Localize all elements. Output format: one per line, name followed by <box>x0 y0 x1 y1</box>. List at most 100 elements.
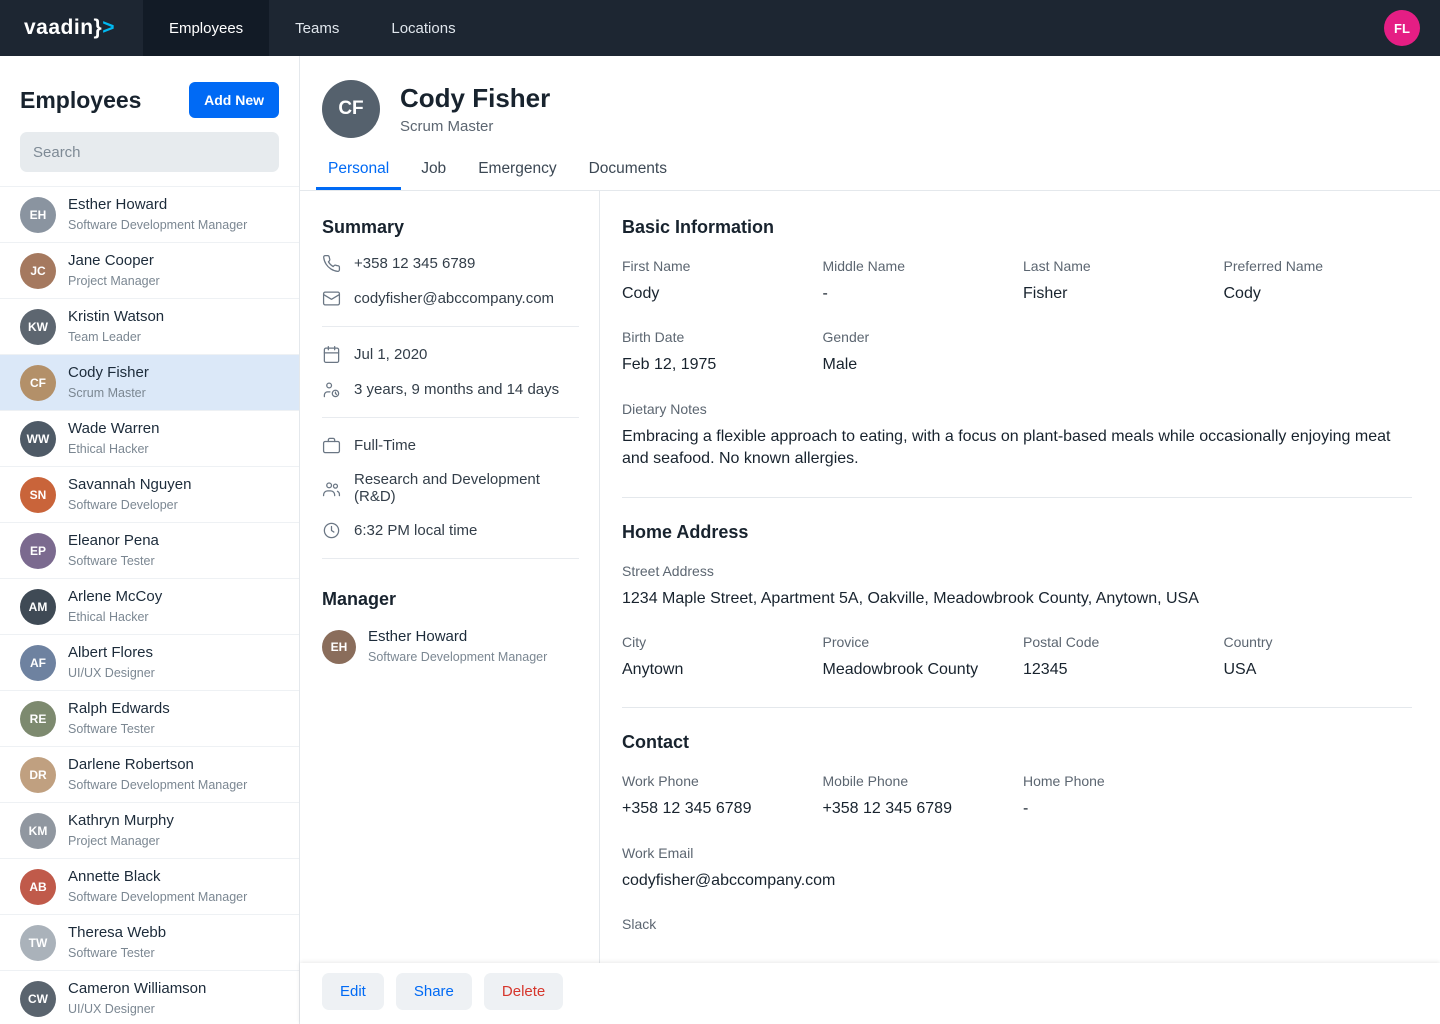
employee-list-item[interactable]: EP Eleanor Pena Software Tester <box>0 522 299 578</box>
profile-body: Summary +358 12 345 6789 codyfisher@abcc… <box>300 191 1440 963</box>
summary-department-text: Research and Development (R&D) <box>354 471 579 505</box>
employee-list-item[interactable]: AF Albert Flores UI/UX Designer <box>0 634 299 690</box>
employee-list-item[interactable]: TW Theresa Webb Software Tester <box>0 914 299 970</box>
phone-icon <box>322 254 341 273</box>
middle-name-field: Middle Name - <box>823 258 1012 305</box>
employee-name: Theresa Webb <box>68 924 166 943</box>
employee-text: Annette Black Software Development Manag… <box>68 868 247 905</box>
employee-text: Kristin Watson Team Leader <box>68 308 164 345</box>
summary-local-time-text: 6:32 PM local time <box>354 522 477 539</box>
employee-name: Savannah Nguyen <box>68 476 191 495</box>
employee-list-item[interactable]: DR Darlene Robertson Software Developmen… <box>0 746 299 802</box>
search-input[interactable] <box>20 132 279 172</box>
mobile-phone-field: Mobile Phone +358 12 345 6789 <box>823 773 1012 820</box>
summary-email-text: codyfisher@abccompany.com <box>354 290 554 307</box>
last-name-value: Fisher <box>1023 283 1212 305</box>
employee-list-item[interactable]: SN Savannah Nguyen Software Developer <box>0 466 299 522</box>
employee-role: Software Development Manager <box>68 889 247 905</box>
postal-code-field: Postal Code 12345 <box>1023 634 1212 681</box>
employee-avatar: RE <box>20 701 56 737</box>
employee-name: Arlene McCoy <box>68 588 162 607</box>
employee-avatar: DR <box>20 757 56 793</box>
employee-text: Ralph Edwards Software Tester <box>68 700 170 737</box>
home-phone-label: Home Phone <box>1023 773 1412 789</box>
dietary-notes-value: Embracing a flexible approach to eating,… <box>622 426 1412 471</box>
employee-list-item[interactable]: RE Ralph Edwards Software Tester <box>0 690 299 746</box>
employee-list-item[interactable]: CF Cody Fisher Scrum Master <box>0 354 299 410</box>
sidebar-header: Employees Add New <box>0 56 299 132</box>
employee-list-item[interactable]: KW Kristin Watson Team Leader <box>0 298 299 354</box>
employee-role: Software Tester <box>68 553 159 569</box>
postal-code-label: Postal Code <box>1023 634 1212 650</box>
profile-tab[interactable]: Emergency <box>466 148 568 190</box>
mobile-phone-label: Mobile Phone <box>823 773 1012 789</box>
preferred-name-field: Preferred Name Cody <box>1224 258 1413 305</box>
delete-button[interactable]: Delete <box>484 973 563 1010</box>
employee-list-item[interactable]: EH Esther Howard Software Development Ma… <box>0 186 299 242</box>
gender-field: Gender Male <box>823 329 1413 376</box>
first-name-field: First Name Cody <box>622 258 811 305</box>
employee-list-item[interactable]: AM Arlene McCoy Ethical Hacker <box>0 578 299 634</box>
profile-tab[interactable]: Personal <box>316 148 401 190</box>
summary-hire-date-text: Jul 1, 2020 <box>354 346 427 363</box>
basic-information-section: Basic Information First Name Cody Middle… <box>622 217 1412 498</box>
employee-list-item[interactable]: KM Kathryn Murphy Project Manager <box>0 802 299 858</box>
app-root: vaadin}> Employees Teams Locations FL Em… <box>0 0 1440 1024</box>
employee-text: Wade Warren Ethical Hacker <box>68 420 159 457</box>
employee-list-item[interactable]: CW Cameron Williamson UI/UX Designer <box>0 970 299 1024</box>
employee-role: Ethical Hacker <box>68 609 162 625</box>
manager-heading: Manager <box>322 589 579 610</box>
birth-date-value: Feb 12, 1975 <box>622 354 811 376</box>
profile-avatar: CF <box>322 80 380 138</box>
last-name-label: Last Name <box>1023 258 1212 274</box>
summary-divider <box>322 558 579 559</box>
employee-text: Arlene McCoy Ethical Hacker <box>68 588 162 625</box>
employee-name: Ralph Edwards <box>68 700 170 719</box>
edit-button[interactable]: Edit <box>322 973 384 1010</box>
employee-list-item[interactable]: AB Annette Black Software Development Ma… <box>0 858 299 914</box>
street-address-field: Street Address 1234 Maple Street, Apartm… <box>622 563 1412 610</box>
manager-row[interactable]: EH Esther Howard Software Development Ma… <box>322 628 579 665</box>
home-phone-field: Home Phone - <box>1023 773 1412 820</box>
manager-text: Esther Howard Software Development Manag… <box>368 628 547 665</box>
profile-tab[interactable]: Documents <box>577 148 679 190</box>
employee-role: UI/UX Designer <box>68 665 155 681</box>
province-label: Provice <box>823 634 1012 650</box>
employee-text: Cameron Williamson UI/UX Designer <box>68 980 206 1017</box>
calendar-icon <box>322 345 341 364</box>
basic-information-title: Basic Information <box>622 217 1412 238</box>
work-email-value: codyfisher@abccompany.com <box>622 870 1412 892</box>
summary-local-time: 6:32 PM local time <box>322 521 579 540</box>
employee-avatar: JC <box>20 253 56 289</box>
vaadin-logo[interactable]: vaadin}> <box>0 0 143 56</box>
gender-label: Gender <box>823 329 1413 345</box>
employee-list-item[interactable]: WW Wade Warren Ethical Hacker <box>0 410 299 466</box>
employee-role: Project Manager <box>68 833 174 849</box>
employee-text: Savannah Nguyen Software Developer <box>68 476 191 513</box>
dietary-notes-field: Dietary Notes Embracing a flexible appro… <box>622 401 1412 471</box>
summary-divider <box>322 326 579 327</box>
work-email-field: Work Email codyfisher@abccompany.com <box>622 845 1412 892</box>
contact-section: Contact Work Phone +358 12 345 6789 Mobi… <box>622 732 1412 963</box>
nav-item-teams[interactable]: Teams <box>269 0 365 56</box>
nav-item-locations[interactable]: Locations <box>365 0 481 56</box>
share-button[interactable]: Share <box>396 973 472 1010</box>
employee-text: Esther Howard Software Development Manag… <box>68 196 247 233</box>
employee-name: Wade Warren <box>68 420 159 439</box>
user-avatar[interactable]: FL <box>1384 10 1420 46</box>
employee-list-item[interactable]: JC Jane Cooper Project Manager <box>0 242 299 298</box>
nav-item-employees[interactable]: Employees <box>143 0 269 56</box>
first-name-value: Cody <box>622 283 811 305</box>
profile-tab[interactable]: Job <box>409 148 458 190</box>
employee-avatar: EP <box>20 533 56 569</box>
employee-name: Esther Howard <box>68 196 247 215</box>
summary-tenure: 3 years, 9 months and 14 days <box>322 380 579 399</box>
employee-role: Software Development Manager <box>68 217 247 233</box>
manager-avatar: EH <box>322 630 356 664</box>
employee-role: Ethical Hacker <box>68 441 159 457</box>
add-new-button[interactable]: Add New <box>189 82 279 118</box>
logo-text: vaadin} <box>24 16 102 40</box>
employee-name: Jane Cooper <box>68 252 160 271</box>
street-address-value: 1234 Maple Street, Apartment 5A, Oakvill… <box>622 588 1412 610</box>
employee-text: Kathryn Murphy Project Manager <box>68 812 174 849</box>
